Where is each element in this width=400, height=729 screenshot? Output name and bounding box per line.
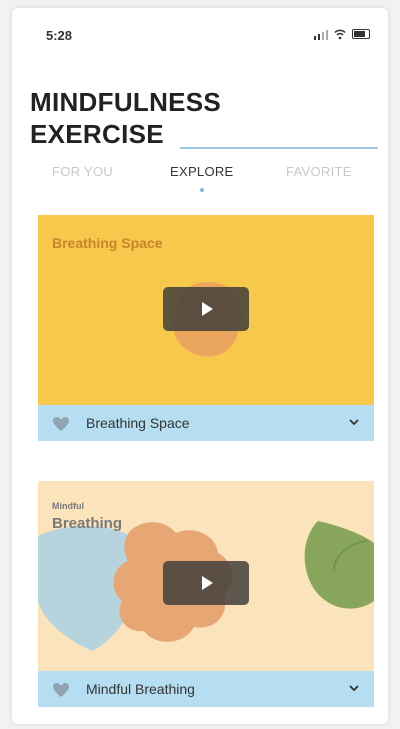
play-button[interactable]: [163, 287, 249, 331]
page-title-line2: EXERCISE: [30, 119, 164, 149]
wifi-icon: [334, 29, 346, 40]
video-thumbnail[interactable]: Breathing Space: [38, 215, 374, 405]
exercise-card-mindful-breathing: Mindful Breathing Mindful Breathing: [38, 481, 374, 707]
battery-icon: [352, 29, 370, 39]
phone-screen: 5:28 MINDFULNESS EXERCISE FOR YOU EXPLOR…: [12, 8, 388, 724]
signal-icon: [314, 29, 328, 40]
status-icons: [314, 28, 370, 40]
page-title-line1: MINDFULNESS: [30, 87, 222, 117]
tab-bar: FOR YOU EXPLORE FAVORITE: [12, 164, 388, 194]
active-tab-indicator: [200, 188, 204, 192]
card-overlay-title: Breathing: [52, 515, 123, 532]
heart-icon[interactable]: [52, 682, 70, 698]
play-icon: [202, 576, 213, 590]
card-overlay-subtitle: Mindful: [52, 501, 84, 511]
card-footer[interactable]: Breathing Space: [38, 405, 374, 441]
card-footer-label: Breathing Space: [86, 415, 190, 431]
tab-favorite[interactable]: FAVORITE: [286, 164, 352, 179]
title-underline: [180, 147, 378, 149]
chevron-down-icon[interactable]: [348, 683, 360, 693]
exercise-card-breathing-space: Breathing Space Breathing Space: [38, 215, 374, 441]
tab-for-you[interactable]: FOR YOU: [52, 164, 113, 179]
video-thumbnail[interactable]: Mindful Breathing: [38, 481, 374, 671]
page-title: MINDFULNESS EXERCISE: [30, 86, 221, 150]
play-icon: [202, 302, 213, 316]
status-time: 5:28: [46, 28, 73, 43]
heart-icon[interactable]: [52, 416, 70, 432]
chevron-down-icon[interactable]: [348, 417, 360, 427]
card-overlay-title: Breathing Space: [52, 235, 163, 251]
status-bar: 5:28: [12, 8, 388, 48]
tab-explore[interactable]: EXPLORE: [170, 164, 234, 179]
card-footer[interactable]: Mindful Breathing: [38, 671, 374, 707]
card-footer-label: Mindful Breathing: [86, 681, 195, 697]
play-button[interactable]: [163, 561, 249, 605]
